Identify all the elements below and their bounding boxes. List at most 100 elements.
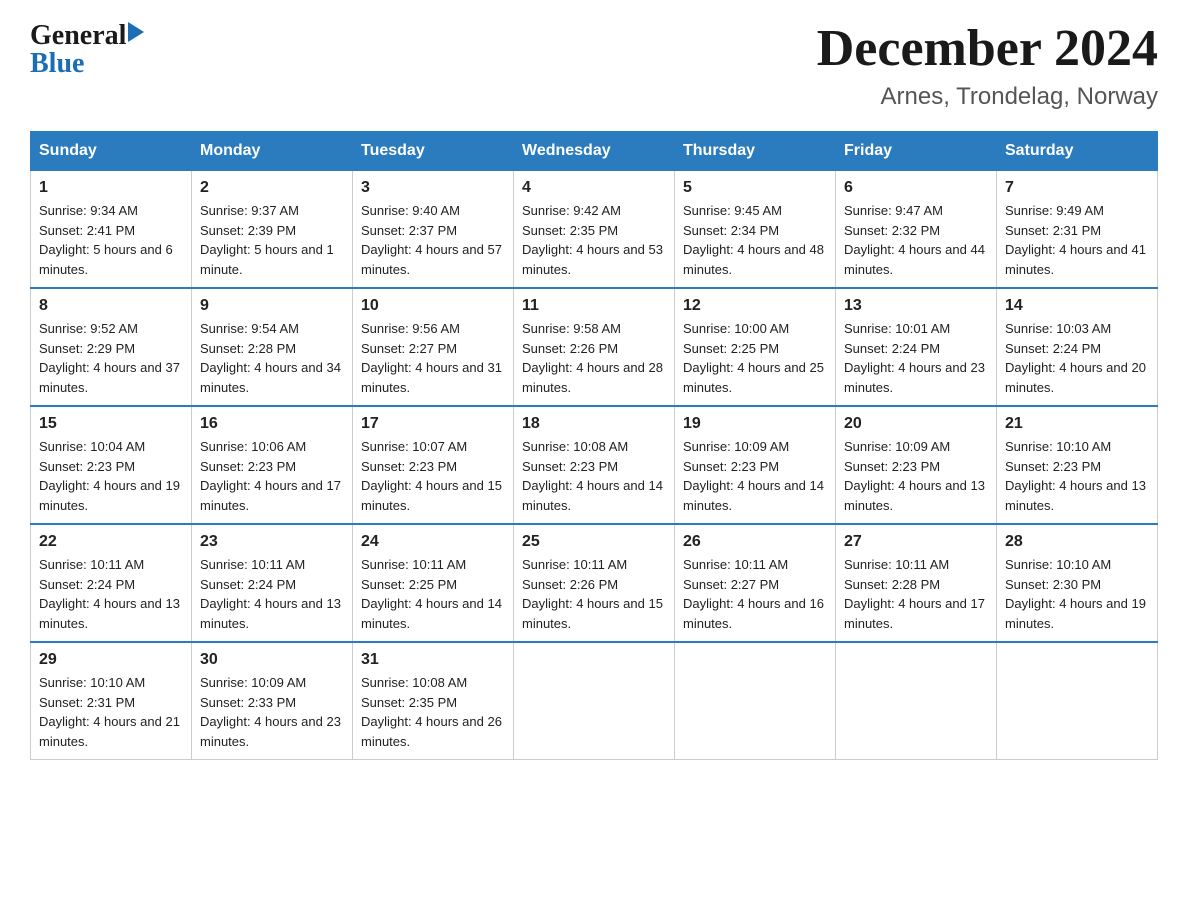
table-row: 13 Sunrise: 10:01 AMSunset: 2:24 PMDayli… [836, 288, 997, 406]
header-thursday: Thursday [675, 132, 836, 171]
page-subtitle: Arnes, Trondelag, Norway [817, 83, 1158, 111]
day-info: Sunrise: 10:06 AMSunset: 2:23 PMDaylight… [200, 439, 341, 513]
calendar-week-row: 29 Sunrise: 10:10 AMSunset: 2:31 PMDayli… [31, 642, 1158, 760]
table-row: 14 Sunrise: 10:03 AMSunset: 2:24 PMDayli… [997, 288, 1158, 406]
day-info: Sunrise: 10:00 AMSunset: 2:25 PMDaylight… [683, 321, 824, 395]
header-monday: Monday [192, 132, 353, 171]
table-row: 26 Sunrise: 10:11 AMSunset: 2:27 PMDayli… [675, 524, 836, 642]
day-info: Sunrise: 10:10 AMSunset: 2:23 PMDaylight… [1005, 439, 1146, 513]
table-row: 31 Sunrise: 10:08 AMSunset: 2:35 PMDayli… [353, 642, 514, 760]
table-row: 10 Sunrise: 9:56 AMSunset: 2:27 PMDaylig… [353, 288, 514, 406]
title-block: December 2024 Arnes, Trondelag, Norway [817, 20, 1158, 111]
table-row: 25 Sunrise: 10:11 AMSunset: 2:26 PMDayli… [514, 524, 675, 642]
calendar-week-row: 15 Sunrise: 10:04 AMSunset: 2:23 PMDayli… [31, 406, 1158, 524]
day-info: Sunrise: 10:11 AMSunset: 2:24 PMDaylight… [200, 557, 341, 631]
day-number: 16 [200, 415, 344, 433]
day-info: Sunrise: 9:40 AMSunset: 2:37 PMDaylight:… [361, 203, 502, 277]
table-row: 20 Sunrise: 10:09 AMSunset: 2:23 PMDayli… [836, 406, 997, 524]
day-info: Sunrise: 10:03 AMSunset: 2:24 PMDaylight… [1005, 321, 1146, 395]
day-number: 2 [200, 179, 344, 197]
table-row: 23 Sunrise: 10:11 AMSunset: 2:24 PMDayli… [192, 524, 353, 642]
day-info: Sunrise: 10:08 AMSunset: 2:23 PMDaylight… [522, 439, 663, 513]
day-number: 18 [522, 415, 666, 433]
table-row [514, 642, 675, 760]
table-row [836, 642, 997, 760]
table-row [675, 642, 836, 760]
table-row: 27 Sunrise: 10:11 AMSunset: 2:28 PMDayli… [836, 524, 997, 642]
day-number: 8 [39, 297, 183, 315]
day-info: Sunrise: 10:10 AMSunset: 2:30 PMDaylight… [1005, 557, 1146, 631]
day-number: 24 [361, 533, 505, 551]
day-number: 9 [200, 297, 344, 315]
day-info: Sunrise: 9:56 AMSunset: 2:27 PMDaylight:… [361, 321, 502, 395]
table-row [997, 642, 1158, 760]
page-header: General Blue December 2024 Arnes, Tronde… [30, 20, 1158, 111]
table-row: 8 Sunrise: 9:52 AMSunset: 2:29 PMDayligh… [31, 288, 192, 406]
day-number: 10 [361, 297, 505, 315]
table-row: 17 Sunrise: 10:07 AMSunset: 2:23 PMDayli… [353, 406, 514, 524]
header-sunday: Sunday [31, 132, 192, 171]
day-info: Sunrise: 10:01 AMSunset: 2:24 PMDaylight… [844, 321, 985, 395]
calendar-week-row: 8 Sunrise: 9:52 AMSunset: 2:29 PMDayligh… [31, 288, 1158, 406]
day-number: 4 [522, 179, 666, 197]
day-number: 19 [683, 415, 827, 433]
day-number: 14 [1005, 297, 1149, 315]
day-info: Sunrise: 10:07 AMSunset: 2:23 PMDaylight… [361, 439, 502, 513]
table-row: 30 Sunrise: 10:09 AMSunset: 2:33 PMDayli… [192, 642, 353, 760]
day-number: 12 [683, 297, 827, 315]
day-number: 28 [1005, 533, 1149, 551]
table-row: 1 Sunrise: 9:34 AMSunset: 2:41 PMDayligh… [31, 171, 192, 289]
day-info: Sunrise: 9:52 AMSunset: 2:29 PMDaylight:… [39, 321, 180, 395]
header-tuesday: Tuesday [353, 132, 514, 171]
calendar-header-row: Sunday Monday Tuesday Wednesday Thursday… [31, 132, 1158, 171]
day-number: 17 [361, 415, 505, 433]
table-row: 19 Sunrise: 10:09 AMSunset: 2:23 PMDayli… [675, 406, 836, 524]
day-info: Sunrise: 10:11 AMSunset: 2:28 PMDaylight… [844, 557, 985, 631]
calendar-table: Sunday Monday Tuesday Wednesday Thursday… [30, 131, 1158, 760]
day-info: Sunrise: 10:04 AMSunset: 2:23 PMDaylight… [39, 439, 180, 513]
day-info: Sunrise: 9:54 AMSunset: 2:28 PMDaylight:… [200, 321, 341, 395]
day-number: 26 [683, 533, 827, 551]
day-number: 23 [200, 533, 344, 551]
table-row: 16 Sunrise: 10:06 AMSunset: 2:23 PMDayli… [192, 406, 353, 524]
table-row: 12 Sunrise: 10:00 AMSunset: 2:25 PMDayli… [675, 288, 836, 406]
calendar-week-row: 1 Sunrise: 9:34 AMSunset: 2:41 PMDayligh… [31, 171, 1158, 289]
day-number: 3 [361, 179, 505, 197]
logo-blue-text: Blue [30, 48, 144, 80]
day-number: 5 [683, 179, 827, 197]
table-row: 18 Sunrise: 10:08 AMSunset: 2:23 PMDayli… [514, 406, 675, 524]
day-info: Sunrise: 9:37 AMSunset: 2:39 PMDaylight:… [200, 203, 334, 277]
table-row: 15 Sunrise: 10:04 AMSunset: 2:23 PMDayli… [31, 406, 192, 524]
day-info: Sunrise: 9:45 AMSunset: 2:34 PMDaylight:… [683, 203, 824, 277]
day-info: Sunrise: 10:11 AMSunset: 2:26 PMDaylight… [522, 557, 663, 631]
day-number: 31 [361, 651, 505, 669]
day-number: 20 [844, 415, 988, 433]
table-row: 6 Sunrise: 9:47 AMSunset: 2:32 PMDayligh… [836, 171, 997, 289]
table-row: 9 Sunrise: 9:54 AMSunset: 2:28 PMDayligh… [192, 288, 353, 406]
day-number: 11 [522, 297, 666, 315]
day-info: Sunrise: 10:11 AMSunset: 2:25 PMDaylight… [361, 557, 502, 631]
day-number: 21 [1005, 415, 1149, 433]
day-info: Sunrise: 10:09 AMSunset: 2:23 PMDaylight… [844, 439, 985, 513]
calendar-week-row: 22 Sunrise: 10:11 AMSunset: 2:24 PMDayli… [31, 524, 1158, 642]
page-title: December 2024 [817, 20, 1158, 77]
table-row: 5 Sunrise: 9:45 AMSunset: 2:34 PMDayligh… [675, 171, 836, 289]
day-info: Sunrise: 9:58 AMSunset: 2:26 PMDaylight:… [522, 321, 663, 395]
table-row: 11 Sunrise: 9:58 AMSunset: 2:26 PMDaylig… [514, 288, 675, 406]
header-wednesday: Wednesday [514, 132, 675, 171]
header-friday: Friday [836, 132, 997, 171]
header-saturday: Saturday [997, 132, 1158, 171]
day-info: Sunrise: 9:34 AMSunset: 2:41 PMDaylight:… [39, 203, 173, 277]
day-info: Sunrise: 10:08 AMSunset: 2:35 PMDaylight… [361, 675, 502, 749]
day-number: 6 [844, 179, 988, 197]
table-row: 29 Sunrise: 10:10 AMSunset: 2:31 PMDayli… [31, 642, 192, 760]
day-number: 29 [39, 651, 183, 669]
day-number: 30 [200, 651, 344, 669]
day-info: Sunrise: 9:42 AMSunset: 2:35 PMDaylight:… [522, 203, 663, 277]
day-info: Sunrise: 10:11 AMSunset: 2:24 PMDaylight… [39, 557, 180, 631]
day-info: Sunrise: 10:09 AMSunset: 2:23 PMDaylight… [683, 439, 824, 513]
day-number: 27 [844, 533, 988, 551]
day-info: Sunrise: 10:10 AMSunset: 2:31 PMDaylight… [39, 675, 180, 749]
logo: General Blue [30, 20, 144, 80]
day-info: Sunrise: 9:49 AMSunset: 2:31 PMDaylight:… [1005, 203, 1146, 277]
